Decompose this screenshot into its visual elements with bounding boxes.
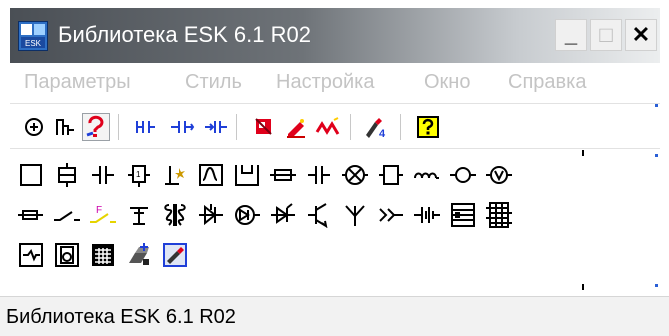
contact-arrow-icon[interactable] (202, 113, 230, 141)
svg-text:4: 4 (379, 128, 386, 139)
diode-bar-icon[interactable] (196, 200, 226, 230)
symbol-palette: 1 F (10, 150, 660, 290)
close-button[interactable]: ✕ (625, 19, 657, 51)
terminal-strip-icon[interactable] (484, 200, 514, 230)
switch-icon[interactable] (52, 200, 82, 230)
capacitor-bar-icon[interactable] (304, 160, 334, 190)
menu-window[interactable]: Окно (424, 71, 470, 94)
contact-split-icon[interactable] (132, 113, 160, 141)
antenna-icon[interactable] (340, 200, 370, 230)
red-pencil-icon[interactable] (282, 113, 310, 141)
square-symbol-icon[interactable] (16, 160, 46, 190)
menu-help[interactable]: Справка (508, 71, 586, 94)
panel-grip-mark (655, 284, 658, 287)
contact-join-icon[interactable] (168, 113, 196, 141)
panel-tick (582, 150, 584, 156)
minimize-button[interactable]: _ (555, 19, 587, 51)
antenna-ground-icon[interactable] (124, 200, 154, 230)
voltmeter-icon[interactable] (484, 160, 514, 190)
main-toolbar: 4 (10, 103, 660, 149)
transistor-icon[interactable] (304, 200, 334, 230)
relay-coil-icon[interactable] (52, 160, 82, 190)
yellow-help-icon[interactable] (414, 113, 442, 141)
stamp-icon[interactable] (124, 240, 154, 270)
status-bar: Библиотека ESK 6.1 R02 (0, 296, 669, 336)
panel-grip-mark (655, 154, 658, 157)
lamp-icon[interactable] (340, 160, 370, 190)
table-grid-icon[interactable] (88, 240, 118, 270)
bus-block-icon[interactable] (448, 200, 478, 230)
connector-icon[interactable] (52, 113, 80, 141)
sine-box-icon[interactable] (196, 160, 226, 190)
library-window: ESK Библиотека ESK 6.1 R02 _ □ ✕ Парамет… (0, 0, 669, 336)
plug-icon[interactable] (376, 200, 406, 230)
inductor-icon[interactable] (412, 160, 442, 190)
svg-text:1: 1 (136, 170, 141, 179)
renumber-icon[interactable]: 4 (362, 113, 390, 141)
bracket-box-icon[interactable] (376, 160, 406, 190)
panel-icon[interactable] (16, 240, 46, 270)
speaker-icon[interactable] (52, 240, 82, 270)
red-wave-icon[interactable] (314, 113, 342, 141)
fuse-1-icon[interactable]: 1 (124, 160, 154, 190)
ground-star-icon[interactable] (160, 160, 190, 190)
target-icon[interactable] (20, 113, 48, 141)
maximize-button[interactable]: □ (590, 19, 622, 51)
menu-style[interactable]: Стиль (185, 71, 242, 94)
svg-text:F: F (96, 205, 102, 216)
menu-parameters[interactable]: Параметры (24, 71, 131, 94)
window-title: Библиотека ESK 6.1 R02 (58, 22, 311, 47)
menu-bar: Параметры Стиль Настройка Окно Справка (10, 63, 660, 103)
cup-box-icon[interactable] (232, 160, 262, 190)
capacitor-icon[interactable] (88, 160, 118, 190)
picker-icon[interactable] (160, 240, 190, 270)
app-icon: ESK (18, 21, 48, 51)
toolbar-grip-mark (655, 104, 658, 107)
help-pointer-icon[interactable] (82, 113, 110, 141)
flag-switch-icon[interactable]: F (88, 200, 118, 230)
panel-tick (582, 284, 584, 290)
menu-settings[interactable]: Настройка (276, 71, 374, 94)
transformer-icon[interactable] (160, 200, 190, 230)
diode-circle-icon[interactable] (232, 200, 262, 230)
thyristor-icon[interactable] (268, 200, 298, 230)
title-bar[interactable]: ESK Библиотека ESK 6.1 R02 _ □ ✕ (10, 8, 660, 63)
resistor-small-icon[interactable] (16, 200, 46, 230)
status-text: Библиотека ESK 6.1 R02 (6, 306, 236, 328)
red-block-icon[interactable] (250, 113, 278, 141)
loop-icon[interactable] (448, 160, 478, 190)
resistor-icon[interactable] (268, 160, 298, 190)
svg-text:ESK: ESK (25, 39, 42, 48)
battery-icon[interactable] (412, 200, 442, 230)
